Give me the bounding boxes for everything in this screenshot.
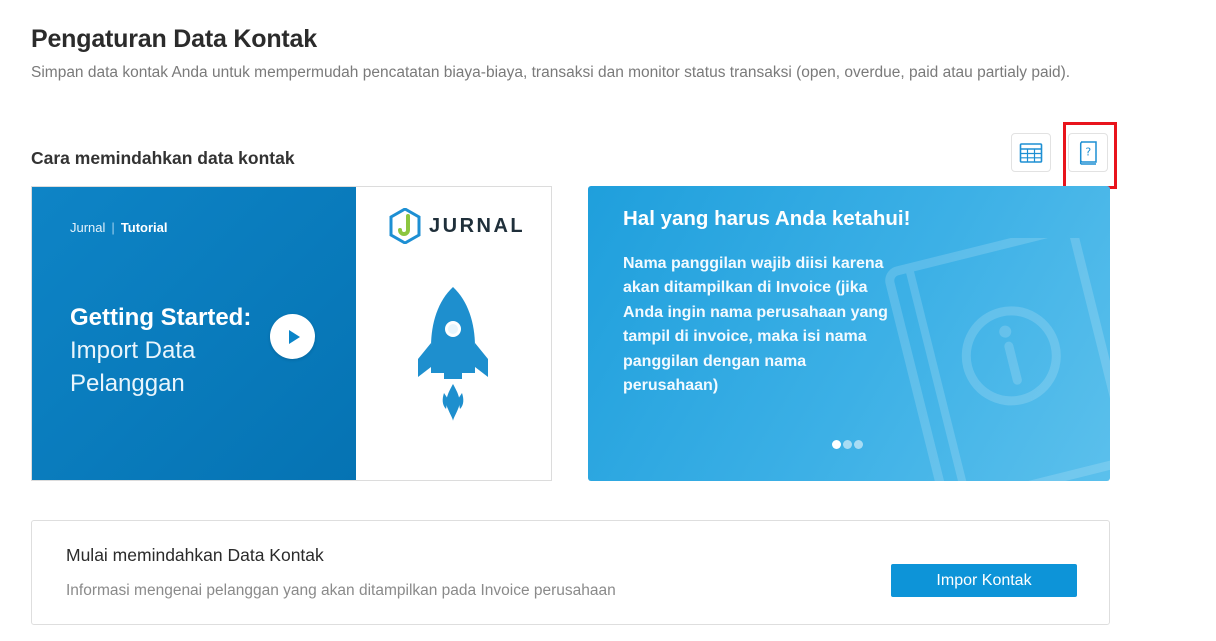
tutorial-heading-bold: Getting Started:: [70, 304, 252, 331]
spreadsheet-button[interactable]: [1011, 133, 1051, 172]
play-video-button[interactable]: [270, 314, 315, 359]
tutorial-heading-line2: Pelanggan: [70, 370, 185, 397]
page-title: Pengaturan Data Kontak: [31, 25, 317, 53]
jurnal-logo-text: JURNAL: [429, 214, 526, 237]
info-title: Hal yang harus Anda ketahui!: [623, 207, 911, 230]
tutorial-video-card[interactable]: Jurnal | Tutorial Getting Started: Import …: [31, 186, 552, 481]
tutorial-heading: Getting Started: Import Data Pelanggan: [70, 301, 251, 400]
info-card: Hal yang harus Anda ketahui! Nama panggi…: [588, 186, 1110, 481]
carousel-dot[interactable]: [832, 440, 841, 449]
highlight-frame: [1063, 122, 1117, 189]
tutorial-visual: JURNAL: [356, 187, 551, 480]
rocket-icon: [418, 287, 488, 421]
info-book-watermark-icon: [885, 238, 1110, 481]
import-panel-description: Informasi mengenai pelanggan yang akan d…: [66, 582, 616, 599]
jurnal-logo-icon: [389, 208, 421, 244]
tutorial-tag: Tutorial: [120, 220, 168, 235]
section-title: Cara memindahkan data kontak: [31, 148, 295, 168]
carousel-dot[interactable]: [854, 440, 863, 449]
page-description: Simpan data kontak Anda untuk mempermuda…: [31, 64, 1071, 81]
carousel-dot[interactable]: [843, 440, 852, 449]
tutorial-brand-separator: |: [111, 220, 115, 235]
import-panel-title: Mulai memindahkan Data Kontak: [66, 545, 324, 565]
info-text: Nama panggilan wajib diisi karena akan d…: [623, 255, 888, 395]
play-icon: [288, 329, 300, 344]
jurnal-logo: JURNAL: [389, 208, 525, 244]
carousel-dots: [832, 440, 863, 449]
tutorial-heading-line1: Import Data: [70, 337, 196, 364]
import-contact-button[interactable]: Impor Kontak: [891, 564, 1077, 597]
import-panel: Mulai memindahkan Data Kontak Informasi …: [31, 520, 1110, 625]
tutorial-banner: Jurnal | Tutorial Getting Started: Import …: [32, 187, 356, 480]
tutorial-brand-name: Jurnal: [70, 220, 106, 235]
tutorial-brand: Jurnal | Tutorial: [70, 220, 168, 235]
spreadsheet-icon: [1019, 142, 1043, 163]
